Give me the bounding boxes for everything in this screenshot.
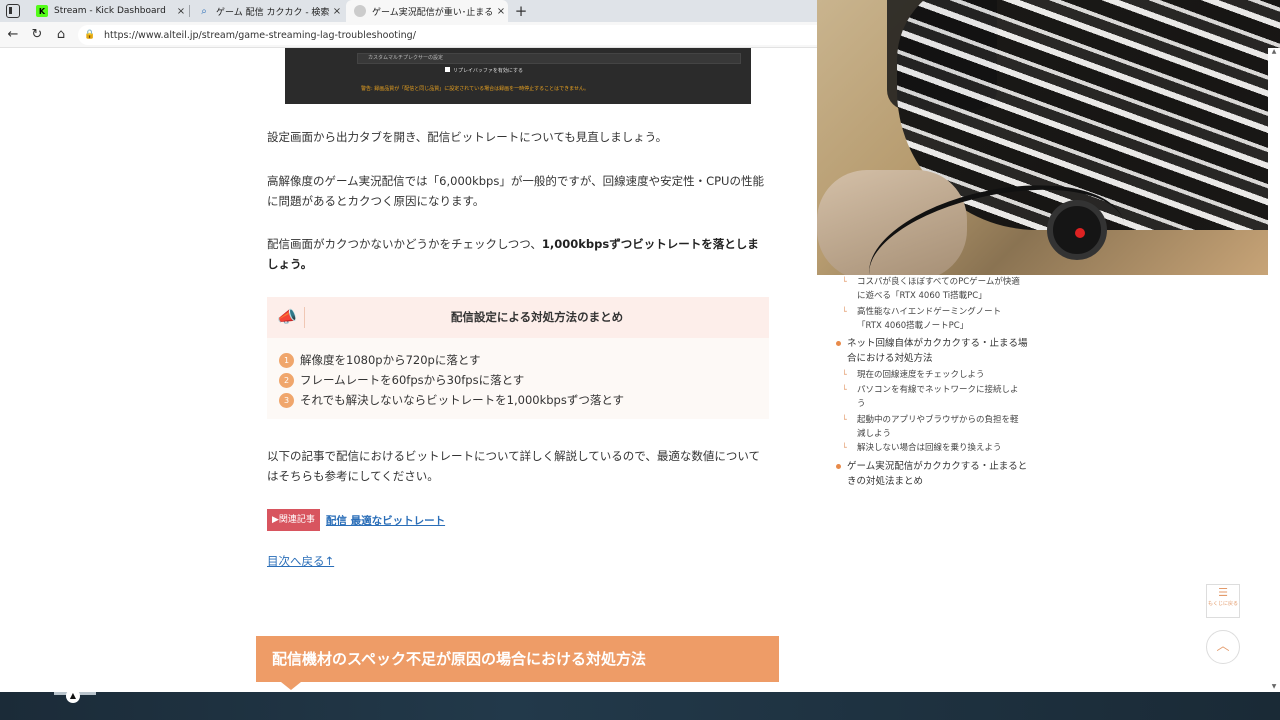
- summary-header: 📣 配信設定による対処方法のまとめ: [267, 297, 769, 338]
- close-tab-icon[interactable]: ×: [494, 6, 508, 17]
- summary-number-badge: 3: [279, 392, 294, 408]
- scroll-up-icon[interactable]: ▲: [1268, 48, 1280, 55]
- tab-label: ゲーム 配信 カクカク - 検索: [216, 7, 330, 18]
- paragraph-bitrate-common: 高解像度のゲーム実況配信では「6,000kbps」が一般的ですが、回線速度や安定…: [267, 174, 764, 208]
- figure-checkbox-row: リプレイバッファを有効にする: [445, 67, 523, 74]
- search-icon: ⌕: [201, 5, 207, 17]
- summary-item: 3 それでも解決しないならビットレートを1,000kbpsずつ落とす: [279, 391, 624, 409]
- vertical-scrollbar[interactable]: ▲ ▼: [1268, 48, 1280, 692]
- figure-checkbox-label: リプレイバッファを有効にする: [453, 68, 523, 74]
- summary-item-text: フレームレートを60fpsから30fpsに落とす: [300, 373, 525, 387]
- reload-icon[interactable]: ↻: [27, 25, 47, 45]
- kick-icon: K: [36, 5, 48, 17]
- list-icon: ☰: [1218, 586, 1228, 599]
- tab-article[interactable]: ゲーム実況配信が重い･止まる･カクカ ×: [346, 0, 508, 22]
- url-input[interactable]: 🔒 https://www.alteil.jp/stream/game-stre…: [78, 25, 838, 45]
- back-to-toc-link[interactable]: 目次へ戻る↑: [267, 553, 334, 569]
- paragraph-bitrate-lower: 配信画面がカクつかないかどうかをチェックしつつ、1,000kbpsずつビットレー…: [267, 234, 767, 274]
- summary-item-text: 解像度を1080pから720pに落とす: [300, 353, 481, 367]
- toc-item[interactable]: 起動中のアプリやブラウザからの負担を軽減しよう: [842, 413, 1022, 441]
- tray-expand-icon[interactable]: ▲: [66, 689, 80, 703]
- article-body: カスタムマルチプレクサーの設定 リプレイバッファを有効にする 警告: 録画品質が…: [238, 48, 798, 692]
- toc-item[interactable]: 高性能なハイエンドゲーミングノート「RTX 4060搭載ノートPC」: [842, 305, 1022, 333]
- tab-label: ゲーム実況配信が重い･止まる･カクカ: [372, 7, 494, 18]
- section-heading: 配信機材のスペック不足が原因の場合における対処方法: [256, 636, 779, 690]
- close-tab-icon[interactable]: ×: [174, 6, 188, 17]
- home-icon[interactable]: ⌂: [51, 25, 71, 45]
- scroll-to-top-button[interactable]: ︿: [1206, 630, 1240, 664]
- toc-item[interactable]: パソコンを有線でネットワークに接続しよう: [842, 383, 1022, 411]
- summary-number-badge: 1: [279, 352, 294, 368]
- summary-box: 📣 配信設定による対処方法のまとめ 1 解像度を1080pから720pに落とす …: [267, 297, 769, 419]
- url-text: https://www.alteil.jp/stream/game-stream…: [104, 29, 416, 41]
- toc-item[interactable]: 現在の回線速度をチェックしよう: [842, 368, 1022, 382]
- toc-item[interactable]: ネット回線自体がカクカクする・止まる場合における対処方法: [834, 336, 1030, 366]
- summary-title: 配信設定による対処方法のまとめ: [450, 310, 624, 324]
- paragraph-related-intro: 以下の記事で配信におけるビットレートについて詳しく解説しているので、最適な数値に…: [267, 449, 760, 483]
- close-tab-icon[interactable]: ×: [330, 6, 344, 17]
- summary-item: 2 フレームレートを60fpsから30fpsに落とす: [279, 371, 524, 389]
- scroll-down-icon[interactable]: ▼: [1268, 683, 1280, 690]
- site-icon: [354, 5, 366, 17]
- chevron-up-icon: ︿: [1216, 639, 1230, 654]
- new-tab-button[interactable]: +: [512, 1, 530, 21]
- figure-warning: 警告: 録画品質が「配信と同じ品質」に設定されている場合は録画を一時停止すること…: [361, 86, 589, 92]
- settings-screenshot-image: カスタムマルチプレクサーの設定 リプレイバッファを有効にする 警告: 録画品質が…: [285, 48, 751, 104]
- related-article: ▶関連記事 配信 最適なビットレート: [267, 508, 445, 532]
- summary-item: 1 解像度を1080pから720pに落とす: [279, 351, 480, 369]
- figure-panel-label: カスタムマルチプレクサーの設定: [357, 53, 741, 64]
- taskbar: ▲: [0, 689, 1280, 720]
- tab-actions-menu-icon[interactable]: [6, 4, 20, 18]
- toc-item[interactable]: コスパが良くほぼすべてのPCゲームが快適に遊べる「RTX 4060 Ti搭載PC…: [842, 275, 1022, 303]
- summary-number-badge: 2: [279, 372, 294, 388]
- webcam-steering-wheel: [1047, 200, 1107, 260]
- lock-icon: 🔒: [84, 30, 96, 40]
- related-article-link[interactable]: 配信 最適なビットレート: [326, 513, 445, 528]
- toc-item[interactable]: 解決しない場合は回線を乗り換えよう: [842, 441, 1022, 455]
- floating-toc-label: もくじに戻る: [1207, 601, 1238, 607]
- floating-toc-button[interactable]: ☰ もくじに戻る: [1206, 584, 1240, 618]
- back-arrow-icon[interactable]: ←: [3, 25, 23, 45]
- tab-kick-dashboard[interactable]: K Stream - Kick Dashboard ×: [28, 0, 188, 22]
- paragraph-bitrate-intro: 設定画面から出力タブを開き、配信ビットレートについても見直しましょう。: [267, 130, 668, 144]
- megaphone-icon: 📣: [277, 307, 297, 326]
- summary-item-text: それでも解決しないならビットレートを1,000kbpsずつ落とす: [300, 393, 624, 407]
- related-article-badge: ▶関連記事: [267, 509, 320, 531]
- tab-label: Stream - Kick Dashboard: [54, 6, 166, 16]
- webcam-overlay: [817, 0, 1280, 275]
- tab-search[interactable]: ⌕ ゲーム 配信 カクカク - 検索 ×: [190, 0, 344, 22]
- toc-item[interactable]: ゲーム実況配信がカクカクする・止まるときの対処法まとめ: [834, 459, 1030, 489]
- paragraph-plain: 配信画面がカクつかないかどうかをチェックしつつ、: [267, 237, 542, 251]
